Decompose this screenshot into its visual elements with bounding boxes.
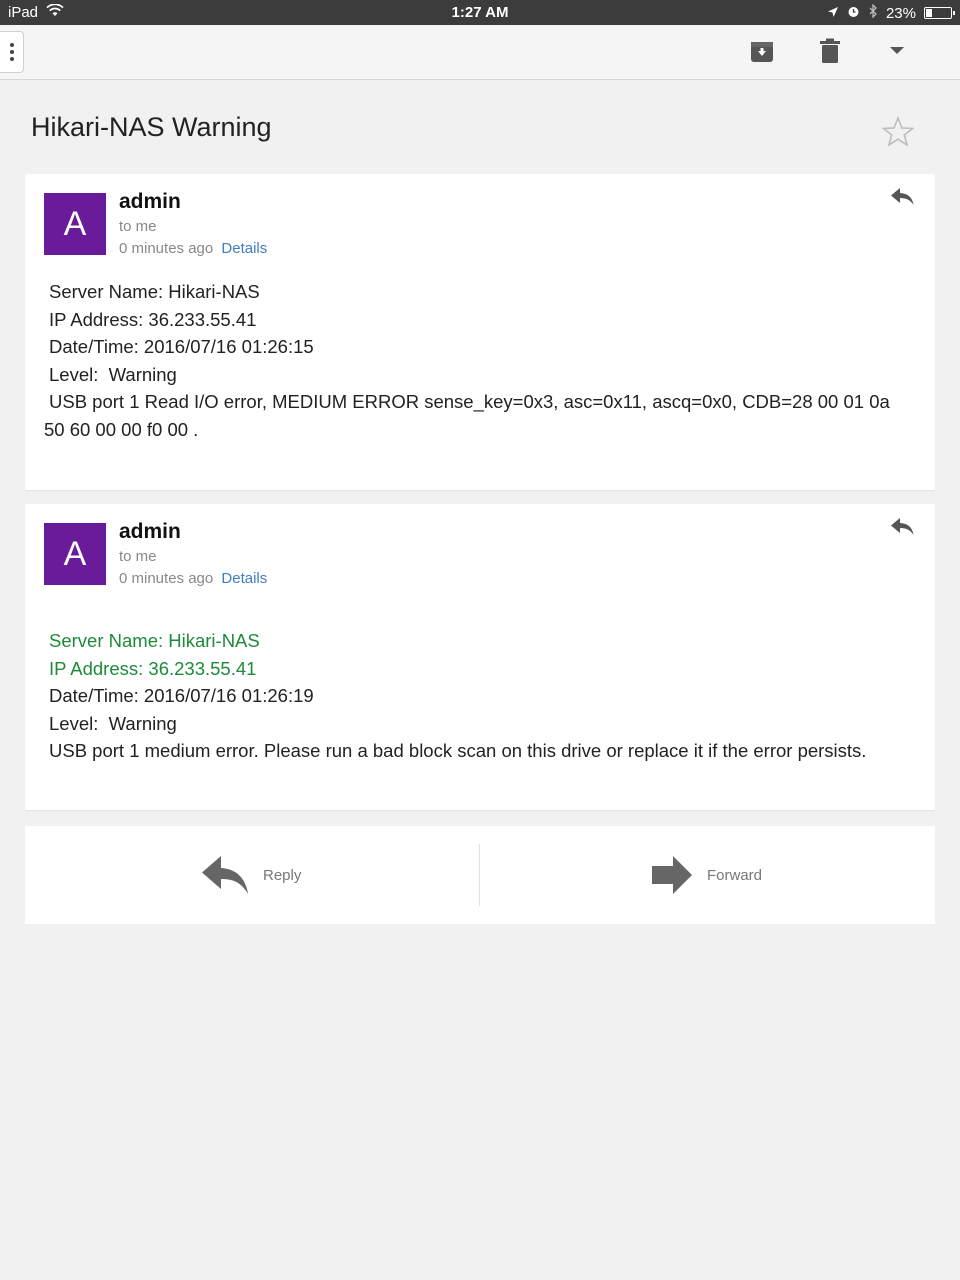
body-line-link[interactable]: IP Address: 36.233.55.41	[44, 655, 911, 683]
status-time: 1:27 AM	[451, 4, 509, 21]
message-time: 0 minutes ago	[119, 570, 214, 587]
body-line: USB port 1 medium error. Please run a ba…	[49, 740, 867, 761]
message-time: 0 minutes ago	[119, 240, 214, 257]
body-line-link[interactable]: Server Name: Hikari-NAS	[44, 627, 911, 655]
email-subject: Hikari-NAS Warning	[31, 112, 272, 142]
details-link[interactable]: Details	[221, 240, 267, 257]
forward-action-button[interactable]: Forward	[651, 826, 762, 924]
divider	[479, 844, 480, 906]
reply-icon	[891, 518, 914, 535]
alarm-icon	[847, 5, 860, 22]
trash-icon	[820, 38, 840, 63]
delete-button[interactable]	[816, 37, 844, 65]
location-icon	[827, 5, 839, 22]
more-menu-button[interactable]	[0, 31, 24, 73]
recipient-label: to me	[119, 548, 157, 565]
message-meta: 0 minutes ago Details	[119, 240, 267, 257]
toolbar	[0, 25, 960, 80]
reply-large-icon	[202, 856, 248, 894]
status-bar: iPad 1:27 AM 23%	[0, 0, 960, 25]
more-actions-button[interactable]	[883, 37, 911, 65]
body-line: Server Name: Hikari-NAS	[49, 281, 260, 302]
message-meta: 0 minutes ago Details	[119, 570, 267, 587]
battery-icon	[924, 7, 955, 19]
battery-percent: 23%	[885, 4, 916, 22]
avatar: A	[44, 523, 106, 585]
recipient-label: to me	[119, 218, 157, 235]
message-body: Server Name: Hikari-NAS IP Address: 36.2…	[44, 627, 911, 765]
dropdown-arrow-icon	[890, 47, 904, 54]
body-line: Level: Warning	[49, 363, 177, 385]
reply-button[interactable]	[889, 516, 915, 543]
reply-action-button[interactable]: Reply	[201, 826, 301, 924]
star-button[interactable]	[881, 115, 915, 151]
reply-icon	[891, 188, 914, 205]
body-line: USB port 1 Read I/O error, MEDIUM ERROR …	[44, 391, 895, 440]
body-line: Level: Warning	[49, 712, 177, 734]
body-line: Date/Time: 2016/07/16 01:26:15	[49, 336, 314, 357]
forward-label: Forward	[707, 866, 763, 884]
bluetooth-icon	[868, 3, 878, 22]
body-line: Date/Time: 2016/07/16 01:26:19	[49, 685, 314, 706]
archive-icon	[751, 42, 773, 62]
details-link[interactable]: Details	[221, 570, 267, 587]
more-vert-icon	[9, 43, 14, 47]
forward-large-icon	[652, 856, 692, 894]
reply-forward-bar: Reply Forward	[25, 826, 935, 924]
message-card[interactable]: A admin to me 0 minutes ago Details Serv…	[25, 504, 935, 810]
star-icon	[881, 115, 915, 147]
avatar: A	[44, 193, 106, 255]
message-card[interactable]: A admin to me 0 minutes ago Details Serv…	[25, 174, 935, 490]
reply-label: Reply	[263, 866, 302, 884]
archive-button[interactable]	[748, 37, 776, 65]
message-body: Server Name: Hikari-NAS IP Address: 36.2…	[44, 278, 911, 443]
sender-name: admin	[119, 190, 181, 213]
reply-button[interactable]	[889, 186, 915, 213]
sender-name: admin	[119, 520, 181, 543]
body-line: IP Address: 36.233.55.41	[49, 308, 257, 330]
